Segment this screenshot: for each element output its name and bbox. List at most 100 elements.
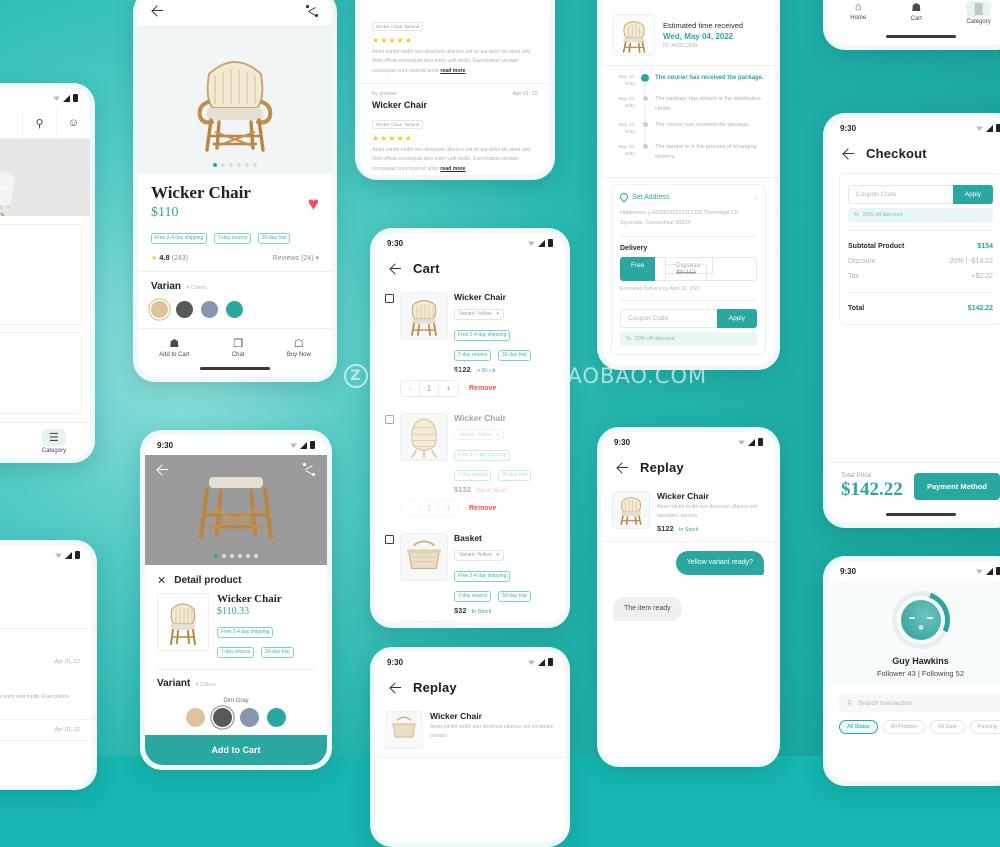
- quantity-stepper[interactable]: - 1 +: [400, 620, 459, 624]
- back-arrow-icon[interactable]: [389, 262, 403, 276]
- swatch-tan[interactable]: [186, 708, 205, 727]
- swatch-tan[interactable]: [151, 301, 168, 318]
- swatch-dim-gray[interactable]: [176, 301, 193, 318]
- product-stock: In Stock: [678, 527, 699, 534]
- coupon-input[interactable]: Coupon Code: [620, 309, 717, 329]
- payment-method-button[interactable]: Payment Method: [913, 473, 1000, 500]
- timeline-text: The sender is in the process of arrangin…: [655, 144, 757, 160]
- swatch-teal[interactable]: [226, 301, 243, 318]
- cart-item: Wicker Chair Variant: Yellow ▾ Free 2-4 …: [375, 284, 565, 378]
- increment-button[interactable]: +: [439, 622, 458, 624]
- home-banner[interactable]: e with the beautiful on of wood: [0, 139, 90, 216]
- back-arrow-icon[interactable]: [389, 681, 403, 695]
- chip-all-date[interactable]: All Date: [929, 720, 965, 734]
- variant-swatches[interactable]: [151, 301, 319, 318]
- quantity-stepper[interactable]: - 1 +: [400, 500, 459, 517]
- status-bar: 9:30: [828, 561, 1000, 581]
- variant-selector[interactable]: Variant: Yellow ▾: [454, 549, 504, 561]
- chat-button[interactable]: ❐ Chat: [232, 337, 245, 358]
- item-badges: Free 2-4 day shipping 7-day returns 30-d…: [454, 564, 555, 604]
- back-arrow-icon[interactable]: [842, 147, 856, 161]
- delivery-free-option[interactable]: Free: [620, 257, 656, 282]
- delivery-toggle[interactable]: Free Express: $9.112: [620, 257, 757, 282]
- read-more-link[interactable]: read more: [440, 68, 465, 74]
- chip-all-status[interactable]: All Status: [839, 720, 878, 734]
- search-icon[interactable]: ⚲: [22, 108, 56, 138]
- variant-selector[interactable]: Variant: Yellow ▾: [454, 429, 504, 440]
- read-more-link[interactable]: read more: [440, 166, 465, 172]
- back-arrow-icon[interactable]: [151, 4, 165, 18]
- swatch-teal[interactable]: [267, 708, 286, 727]
- remove-button[interactable]: Remove: [469, 385, 496, 392]
- decrement-button[interactable]: -: [401, 621, 420, 623]
- chip-packing[interactable]: Packing: [969, 720, 1000, 734]
- divider: [620, 300, 757, 302]
- banner-dots[interactable]: [0, 205, 90, 209]
- status-icons: [976, 567, 1000, 575]
- decrement-button[interactable]: -: [401, 501, 420, 516]
- remove-button[interactable]: Remove: [469, 505, 496, 512]
- image-carousel-dots[interactable]: [145, 554, 327, 558]
- product-badges: Free 2-4 day shipping 7-day returns 30-d…: [151, 226, 319, 246]
- apply-button[interactable]: Apply: [952, 185, 993, 204]
- battery-icon: [548, 239, 553, 247]
- variant-selector[interactable]: Variant: Yellow ▾: [454, 308, 504, 320]
- badge-shipping: Free 2-4 day shipping: [217, 627, 274, 638]
- search-input[interactable]: ⚲ Search transaction: [839, 694, 1000, 712]
- reviews-toggle[interactable]: Reviews (24) ▾: [273, 254, 319, 262]
- delivery-express-option[interactable]: Express: $9.112: [655, 257, 757, 282]
- coupon-input[interactable]: Coupon Code: [848, 185, 953, 204]
- item-checkbox[interactable]: [385, 294, 394, 303]
- back-arrow-icon[interactable]: [616, 461, 630, 475]
- product-hero-image[interactable]: [145, 455, 327, 565]
- nav-item-home[interactable]: ⌂ Home: [850, 1, 866, 25]
- address-card[interactable]: Set Address › Hiddemaru (+62)85222022222…: [611, 183, 766, 356]
- avatar-progress-ring: [891, 591, 950, 649]
- swatch-slate[interactable]: [201, 301, 218, 318]
- apply-button[interactable]: Apply: [716, 309, 757, 329]
- timeline-item: May 03, 2022 The courier has received th…: [613, 121, 764, 146]
- image-carousel-dots[interactable]: [138, 163, 332, 168]
- nav-item-category[interactable]: ▒ Category: [966, 1, 991, 25]
- swatch-dim-gray[interactable]: [213, 708, 232, 727]
- chat-product-card[interactable]: Wicker Chair Amet minim mollit non deser…: [375, 703, 565, 758]
- nav-item-cart[interactable]: ☗ Cart: [911, 1, 922, 25]
- user-icon[interactable]: ☺: [56, 108, 90, 138]
- status-time: 9:30: [157, 440, 174, 450]
- follower-count: 43: [907, 669, 916, 678]
- chip-all-product[interactable]: All Product: [882, 720, 925, 734]
- add-to-cart-button[interactable]: ☗ Add to Cart: [159, 337, 189, 358]
- star-rating: ★★★★★: [372, 134, 413, 144]
- percent-icon: %: [626, 336, 631, 343]
- product-hero-image[interactable]: [138, 25, 332, 175]
- increment-button[interactable]: +: [439, 381, 458, 396]
- timeline-date: May 03, 2022: [618, 122, 635, 135]
- chat-product-card[interactable]: Wicker Chair Amet minim mollit non deser…: [602, 483, 775, 543]
- avatar[interactable]: [900, 600, 941, 640]
- variant-swatches[interactable]: [157, 708, 315, 727]
- product-card[interactable]: [0, 332, 82, 414]
- swatch-slate[interactable]: [240, 708, 259, 727]
- chevron-down-icon: ▾: [496, 552, 499, 558]
- heart-icon[interactable]: ♥: [308, 195, 319, 214]
- review-variant-tag: Wicker Chair, Natural: [372, 22, 424, 31]
- add-to-cart-button[interactable]: Add to Cart: [145, 735, 327, 765]
- product-card[interactable]: [0, 224, 82, 325]
- address-header: Set Address ›: [618, 191, 757, 203]
- buy-now-button[interactable]: ☖ Buy Now: [287, 337, 311, 358]
- quantity-stepper[interactable]: - 1 +: [400, 379, 459, 397]
- wifi-icon: [528, 241, 535, 246]
- share-icon[interactable]: [303, 463, 316, 476]
- item-checkbox[interactable]: [385, 535, 394, 544]
- item-checkbox[interactable]: [385, 414, 394, 424]
- share-icon[interactable]: [306, 4, 319, 18]
- back-arrow-icon[interactable]: [156, 463, 170, 477]
- nav-item-category[interactable]: ☰ Category: [41, 429, 67, 454]
- hero-topbar: [145, 455, 327, 485]
- increment-button[interactable]: +: [439, 501, 458, 516]
- chevron-right-icon[interactable]: ›: [754, 193, 757, 202]
- rating-row[interactable]: ★ 4.8 (243) Reviews (24) ▾: [151, 253, 319, 262]
- timeline-date: May 05, 2022: [618, 144, 635, 157]
- close-icon[interactable]: ✕: [157, 574, 166, 587]
- decrement-button[interactable]: -: [401, 380, 420, 396]
